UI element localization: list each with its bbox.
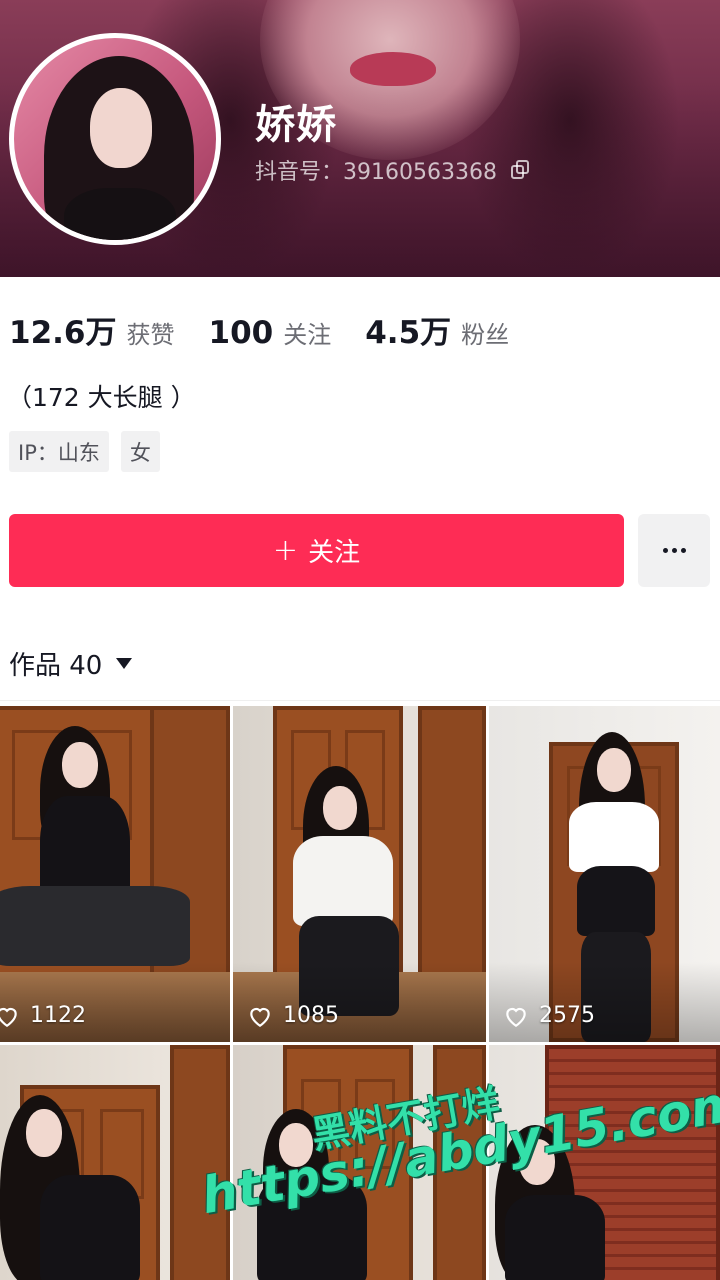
douyin-id-text: 抖音号：39160563368 bbox=[255, 160, 497, 185]
thumb-door bbox=[170, 1045, 230, 1280]
like-count: 1085 bbox=[247, 1003, 339, 1028]
like-count: 1122 bbox=[0, 1003, 86, 1028]
avatar-clothing bbox=[64, 188, 176, 240]
caret-down-icon bbox=[116, 658, 133, 669]
profile-stats: 12.6万 获赞 100 关注 4.5万 粉丝 bbox=[9, 307, 543, 352]
video-thumbnail[interactable]: 1085 bbox=[233, 706, 486, 1042]
thumb-face bbox=[323, 786, 357, 830]
thumb-face bbox=[62, 742, 98, 788]
profile-bio: （172 大长腿 ） bbox=[7, 383, 196, 412]
like-count: 2575 bbox=[503, 1003, 595, 1028]
thumb-legs bbox=[0, 886, 190, 966]
thumb-shade bbox=[489, 962, 720, 1042]
follow-button-label: 关注 bbox=[308, 538, 361, 568]
copy-icon[interactable] bbox=[510, 160, 531, 180]
stat-likes[interactable]: 12.6万 获赞 bbox=[9, 307, 175, 352]
thumb-body bbox=[40, 1175, 140, 1280]
plus-icon: + bbox=[272, 532, 299, 568]
avatar-face bbox=[90, 88, 152, 168]
video-thumbnail[interactable]: 2575 bbox=[489, 706, 720, 1042]
works-tab-label: 作品 40 bbox=[9, 651, 103, 681]
profile-nickname: 娇娇 bbox=[255, 102, 337, 148]
profile-tags: IP：山东 女 bbox=[9, 431, 160, 472]
video-thumbnail[interactable] bbox=[0, 1045, 230, 1280]
stat-value: 4.5万 bbox=[365, 315, 452, 351]
thumb-body bbox=[569, 802, 659, 872]
douyin-id[interactable]: 抖音号：39160563368 bbox=[255, 154, 531, 186]
tag-gender: 女 bbox=[120, 431, 160, 472]
stat-value: 100 bbox=[208, 315, 274, 351]
thumb-shade bbox=[0, 962, 230, 1042]
thumb-body bbox=[505, 1195, 605, 1280]
thumb-face bbox=[26, 1109, 62, 1157]
thumb-face bbox=[597, 748, 631, 792]
thumb-shorts bbox=[577, 866, 655, 936]
stat-value: 12.6万 bbox=[9, 315, 117, 351]
avatar[interactable] bbox=[9, 33, 221, 245]
heart-icon bbox=[0, 1007, 17, 1027]
video-thumbnail[interactable]: 1122 bbox=[0, 706, 230, 1042]
stat-label: 关注 bbox=[283, 321, 332, 349]
more-icon bbox=[662, 548, 686, 553]
stat-following[interactable]: 100 关注 bbox=[209, 315, 332, 351]
like-count-text: 2575 bbox=[539, 1003, 595, 1028]
thumb-shade bbox=[233, 962, 486, 1042]
stat-followers[interactable]: 4.5万 粉丝 bbox=[365, 307, 509, 352]
heart-icon bbox=[250, 1007, 270, 1027]
thumb-body bbox=[293, 836, 393, 926]
tag-ip-location: IP：山东 bbox=[9, 431, 109, 472]
like-count-text: 1085 bbox=[283, 1003, 339, 1028]
more-options-button[interactable] bbox=[638, 514, 710, 587]
works-tab[interactable]: 作品 40 bbox=[9, 645, 133, 682]
heart-icon bbox=[506, 1007, 526, 1027]
stat-label: 获赞 bbox=[126, 321, 175, 349]
follow-button[interactable]: + 关注 bbox=[9, 514, 624, 587]
divider bbox=[0, 700, 720, 701]
stat-label: 粉丝 bbox=[461, 321, 510, 349]
thumb-door bbox=[418, 706, 486, 986]
like-count-text: 1122 bbox=[30, 1003, 86, 1028]
